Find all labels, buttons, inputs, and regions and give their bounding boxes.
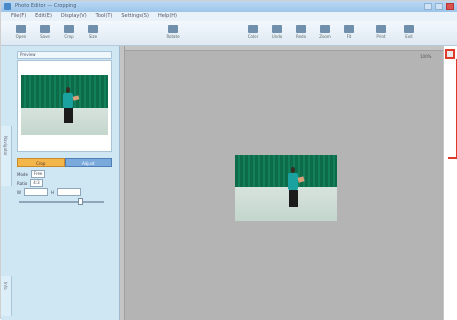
menu-item[interactable]: Settings(S) [121, 13, 149, 19]
toolbar-button-label: Zoom [319, 34, 331, 39]
highlight-callout [448, 59, 457, 159]
height-field[interactable] [56, 188, 81, 196]
toolbar-button-color[interactable]: Color [245, 25, 261, 41]
tab-adjust[interactable]: Adjust [64, 158, 112, 167]
title-bar: Photo Editor — Cropping [1, 1, 457, 12]
toolbar-button-zoom[interactable]: Zoom [317, 25, 333, 41]
height-label: H [50, 189, 54, 195]
toolbar-button-label: Print [376, 34, 386, 39]
level-slider-knob[interactable] [78, 198, 84, 205]
window-title: Photo Editor — Cropping [15, 3, 77, 9]
minimize-button[interactable] [424, 3, 432, 10]
toolbar-button-open[interactable]: Open [13, 25, 29, 41]
tab-crop[interactable]: Crop [17, 158, 65, 167]
left-panel: Navigator Info Preview Crop Adjust Mode … [1, 46, 120, 320]
app-window: Photo Editor — Cropping File(F) Edit(E) Di… [0, 0, 457, 320]
toolbar-button-crop[interactable]: Crop [61, 25, 77, 41]
menu-item[interactable]: Display(V) [61, 13, 87, 19]
toolbar-button-fit[interactable]: Fit [341, 25, 357, 41]
vertical-tab-navigator[interactable]: Navigator [1, 126, 12, 186]
toolbar-button-label: Save [40, 34, 50, 39]
color-icon [248, 25, 258, 33]
maximize-button[interactable] [435, 3, 443, 10]
rotate-icon [168, 25, 178, 33]
ratio-select[interactable]: 4:3 [30, 179, 43, 187]
toolbar-button-label: Color [247, 34, 259, 39]
toolbar-button-label: Undo [271, 34, 283, 39]
resize-icon [88, 25, 98, 33]
exit-icon [404, 25, 414, 33]
toolbar-button-label: Fit [346, 34, 352, 39]
scroll-up-button[interactable] [445, 49, 455, 59]
panel-tabs: Crop Adjust [17, 158, 112, 167]
width-label: W [17, 189, 21, 195]
toolbar-button-label: Exit [405, 34, 413, 39]
crop-icon [64, 25, 74, 33]
menu-item[interactable]: Tool(T) [96, 13, 113, 19]
zoom-icon [320, 25, 330, 33]
left-ruler [120, 46, 125, 320]
toolbar: Open Save Crop Size Rotate Color Undo Redo Zoom F… [1, 21, 457, 46]
size-row: W H [17, 188, 81, 196]
ratio-row: Ratio 4:3 [17, 179, 43, 187]
toolbar-button-label: Redo [295, 34, 307, 39]
close-button[interactable] [446, 3, 454, 10]
toolbar-button-exit[interactable]: Exit [401, 25, 417, 41]
fit-icon [344, 25, 354, 33]
menu-item[interactable]: Edit(E) [35, 13, 52, 19]
width-field[interactable] [23, 188, 48, 196]
canvas-photo[interactable] [235, 155, 337, 221]
level-slider-track[interactable] [19, 201, 104, 203]
mode-row: Mode Free [17, 170, 46, 178]
vertical-tab-info[interactable]: Info [1, 276, 12, 316]
vertical-tab-label: Info [3, 282, 8, 290]
toolbar-button-label: Crop [64, 34, 74, 39]
toolbar-button-save[interactable]: Save [37, 25, 53, 41]
preview-header: Preview [17, 51, 112, 59]
menu-item[interactable]: File(F) [11, 13, 26, 19]
crop-controls: Mode Free Ratio 4:3 W H [17, 168, 112, 208]
preview-frame [17, 60, 112, 152]
photo-player [59, 87, 80, 129]
redo-icon [296, 25, 306, 33]
toolbar-button-label: Rotate [166, 34, 180, 39]
vertical-tab-label: Navigator [3, 136, 8, 156]
top-ruler [120, 46, 443, 51]
preview-photo[interactable] [21, 75, 108, 135]
mode-select[interactable]: Free [30, 170, 46, 178]
toolbar-button-undo[interactable]: Undo [269, 25, 285, 41]
window-controls [424, 3, 454, 10]
toolbar-button-label: Size [88, 34, 98, 39]
save-icon [40, 25, 50, 33]
toolbar-button-label: Open [15, 34, 27, 39]
undo-icon [272, 25, 282, 33]
toolbar-button-size[interactable]: Size [85, 25, 101, 41]
zoom-label: 100% [420, 54, 432, 59]
menu-item[interactable]: Help(H) [158, 13, 177, 19]
toolbar-button-print[interactable]: Print [373, 25, 389, 41]
mode-label: Mode [17, 171, 28, 177]
ratio-label: Ratio [17, 180, 28, 186]
photo-player [284, 167, 305, 213]
toolbar-button-redo[interactable]: Redo [293, 25, 309, 41]
toolbar-button-rotate[interactable]: Rotate [165, 25, 181, 41]
print-icon [376, 25, 386, 33]
folder-icon [16, 25, 26, 33]
app-icon [4, 3, 11, 10]
